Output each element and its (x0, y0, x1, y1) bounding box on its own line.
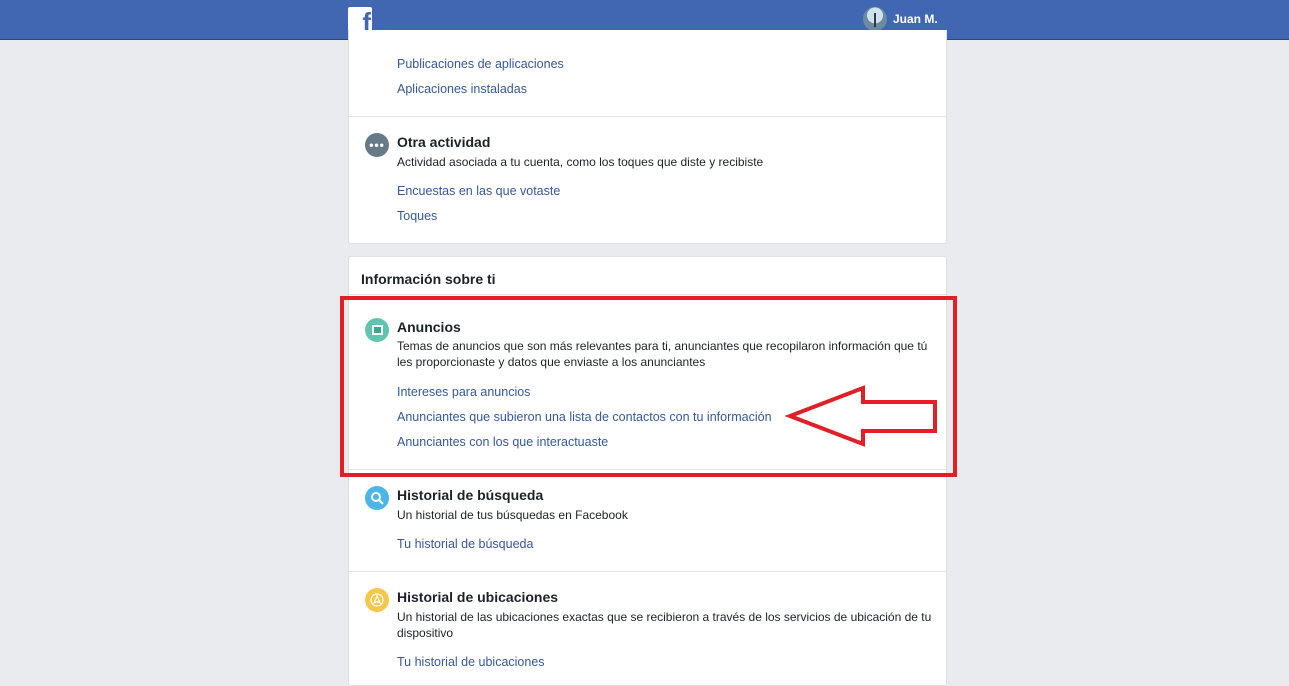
left-arrow-outline-icon (785, 385, 937, 447)
location-history-description: Un historial de las ubicaciones exactas … (397, 610, 932, 640)
other-activity-description: Actividad asociada a tu cuenta, como los… (397, 155, 764, 169)
divider (349, 571, 946, 572)
more-dots-icon: ••• (365, 133, 389, 157)
other-activity-title: Otra actividad (397, 134, 491, 150)
link-pokes[interactable]: Toques (397, 209, 437, 223)
search-icon (365, 486, 389, 510)
card-heading: Información sobre ti (361, 271, 496, 287)
link-your-location-history[interactable]: Tu historial de ubicaciones (397, 655, 545, 669)
location-history-title: Historial de ubicaciones (397, 589, 559, 605)
link-polls-voted[interactable]: Encuestas en las que votaste (397, 184, 560, 198)
divider (349, 294, 946, 295)
facebook-logo-icon[interactable]: f (348, 7, 372, 31)
user-profile-link[interactable]: Juan M. (863, 7, 938, 31)
search-history-description: Un historial de tus búsquedas en Faceboo… (397, 508, 628, 522)
apps-activity-card: Publicaciones de aplicaciones Aplicacion… (348, 30, 947, 244)
user-name[interactable]: Juan M. (893, 12, 938, 26)
link-your-search-history[interactable]: Tu historial de búsqueda (397, 537, 533, 551)
location-arrow-icon (365, 588, 389, 612)
avatar[interactable] (863, 7, 887, 31)
link-installed-apps[interactable]: Aplicaciones instaladas (397, 82, 527, 96)
link-app-posts[interactable]: Publicaciones de aplicaciones (397, 57, 564, 71)
divider (349, 116, 946, 117)
search-history-title: Historial de búsqueda (397, 487, 544, 503)
